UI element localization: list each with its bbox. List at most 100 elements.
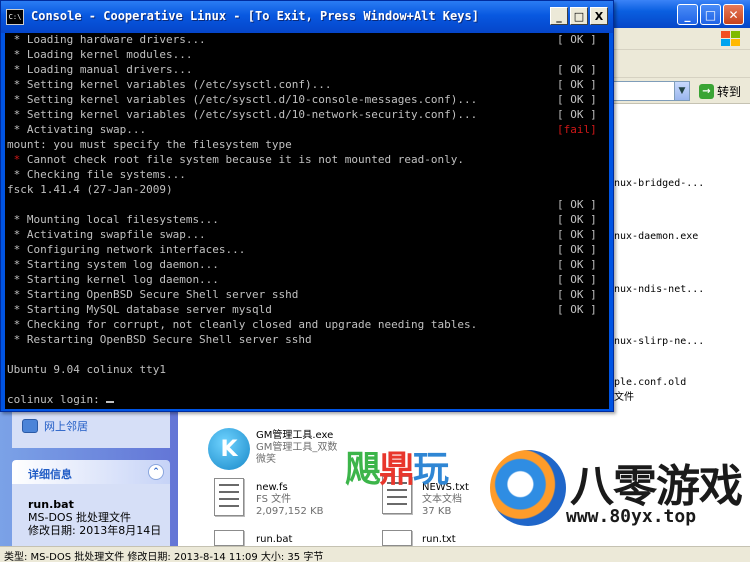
file-name[interactable]: nux-ndis-net...: [614, 284, 704, 295]
watermark-url: www.80yx.top: [566, 506, 697, 527]
console-status-fail: [fail]: [557, 123, 597, 136]
console-app-icon[interactable]: C:\: [6, 9, 24, 25]
console-status: [ OK ]: [557, 93, 597, 106]
file-desc: 微笑: [256, 454, 276, 465]
file-name: run.txt: [422, 534, 456, 545]
console-line-text: fsck 1.41.4 (27-Jan-2009): [7, 183, 173, 196]
console-line: * Setting kernel variables (/etc/sysctl.…: [7, 78, 609, 93]
console-line-text: Starting system log daemon...: [26, 258, 219, 271]
file-size: 37 KB: [422, 506, 452, 517]
bat-file-icon[interactable]: [214, 530, 244, 546]
minimize-button[interactable]: _: [550, 7, 568, 25]
console-cursor: [106, 401, 115, 403]
details-panel-header[interactable]: 详细信息 ⌃: [12, 460, 170, 484]
task-link-network-places[interactable]: 网上邻居: [22, 418, 88, 434]
console-line: fsck 1.41.4 (27-Jan-2009): [7, 183, 609, 198]
console-bullet: *: [13, 48, 21, 61]
console-bullet: *: [13, 78, 21, 91]
details-title: 详细信息: [28, 468, 72, 481]
console-line-text: Ubuntu 9.04 colinux tty1: [7, 363, 166, 376]
console-bullet: *: [13, 288, 21, 301]
console-bullet: *: [13, 228, 21, 241]
file-item-run-bat[interactable]: run.bat: [256, 534, 292, 546]
console-status: [ OK ]: [557, 258, 597, 271]
console-status: [ OK ]: [557, 108, 597, 121]
address-dropdown-button[interactable]: ▼: [674, 81, 690, 101]
console-line-text: Starting kernel log daemon...: [26, 273, 219, 286]
console-bullet: *: [13, 168, 21, 181]
file-type: FS 文件: [256, 494, 292, 505]
console-bullet: *: [13, 333, 21, 346]
console-line: mount: you must specify the filesystem t…: [7, 138, 609, 153]
console-line: colinux login:: [7, 393, 609, 408]
console-bullet: *: [13, 93, 21, 106]
collapse-chevron-icon[interactable]: ⌃: [148, 464, 164, 480]
explorer-maximize-button[interactable]: □: [700, 4, 721, 25]
gm-tool-icon[interactable]: K: [208, 428, 250, 470]
console-line: * Loading kernel modules...: [7, 48, 609, 63]
console-status: [ OK ]: [557, 198, 597, 211]
console-line-text: Checking for corrupt, not cleanly closed…: [26, 318, 478, 331]
console-line-text: Starting MySQL database server mysqld: [26, 303, 272, 316]
console-line-text: Setting kernel variables (/etc/sysctl.d/…: [26, 93, 478, 106]
console-titlebar[interactable]: C:\ Console - Cooperative Linux - [To Ex…: [1, 1, 613, 33]
console-title: Console - Cooperative Linux - [To Exit, …: [31, 9, 479, 23]
file-name[interactable]: nux-daemon.exe: [614, 231, 698, 242]
watermark-right: 八零游戏 www.80yx.top: [490, 440, 750, 540]
console-bullet: *: [13, 123, 21, 136]
file-name[interactable]: nux-slirp-ne...: [614, 336, 704, 347]
fs-file-icon[interactable]: [214, 478, 244, 516]
watermark-title: 八零游戏: [570, 461, 743, 512]
task-link-label: 网上邻居: [44, 420, 88, 433]
watermark-left: 飓鼎玩: [345, 440, 449, 492]
console-line-text: Loading kernel modules...: [26, 48, 193, 61]
console-bullet: *: [13, 243, 21, 256]
console-bullet: *: [13, 213, 21, 226]
console-line-text: Cannot check root file system because it…: [26, 153, 464, 166]
console-status: [ OK ]: [557, 243, 597, 256]
console-status: [ OK ]: [557, 288, 597, 301]
txt-file-icon[interactable]: [382, 530, 412, 546]
console-line-text: colinux login:: [7, 393, 107, 406]
explorer-close-button[interactable]: ✕: [723, 4, 744, 25]
console-line: [ OK ]: [7, 198, 609, 213]
watermark-char: 鼎: [379, 449, 415, 490]
file-name: GM管理工具.exe: [256, 430, 334, 441]
console-line: Ubuntu 9.04 colinux tty1: [7, 363, 609, 378]
console-line-text: Activating swap...: [26, 123, 147, 136]
console-line-text: Setting kernel variables (/etc/sysctl.d/…: [26, 108, 478, 121]
console-line: * Setting kernel variables (/etc/sysctl.…: [7, 93, 609, 108]
watermark-char: 玩: [413, 449, 449, 490]
file-name[interactable]: nux-bridged-...: [614, 178, 704, 189]
console-line: * Restarting OpenBSD Secure Shell server…: [7, 333, 609, 348]
console-status: [ OK ]: [557, 33, 597, 46]
console-status: [ OK ]: [557, 273, 597, 286]
console-line: * Activating swap... [fail]: [7, 123, 609, 138]
console-line: * Checking file systems...: [7, 168, 609, 183]
console-output[interactable]: * Loading hardware drivers... [ OK ] * Lo…: [5, 33, 609, 409]
file-item-gm-tool[interactable]: GM管理工具.exe GM管理工具_双数 微笑: [256, 430, 337, 466]
console-line: * Starting MySQL database server mysqld […: [7, 303, 609, 318]
file-item-new-fs[interactable]: new.fs FS 文件 2,097,152 KB: [256, 482, 324, 518]
console-bullet: *: [13, 258, 21, 271]
go-button-label: 转到: [717, 84, 742, 99]
explorer-minimize-button[interactable]: _: [677, 4, 698, 25]
file-item-run-txt[interactable]: run.txt: [422, 534, 456, 546]
console-line-text: Activating swapfile swap...: [26, 228, 206, 241]
console-window[interactable]: C:\ Console - Cooperative Linux - [To Ex…: [0, 0, 614, 412]
console-line: * Cannot check root file system because …: [7, 153, 609, 168]
console-line: * Activating swapfile swap... [ OK ]: [7, 228, 609, 243]
maximize-button[interactable]: □: [570, 7, 588, 25]
console-status: [ OK ]: [557, 213, 597, 226]
file-name[interactable]: ple.conf.old: [614, 377, 686, 388]
console-line-text: Mounting local filesystems...: [26, 213, 219, 226]
go-arrow-icon: →: [699, 83, 714, 99]
file-desc: GM管理工具_双数: [256, 442, 338, 453]
console-status: [ OK ]: [557, 78, 597, 91]
go-button[interactable]: → 转到: [695, 81, 745, 101]
windows-logo-icon: [721, 31, 740, 46]
console-bullet: *: [13, 318, 21, 331]
close-button[interactable]: X: [590, 7, 608, 25]
